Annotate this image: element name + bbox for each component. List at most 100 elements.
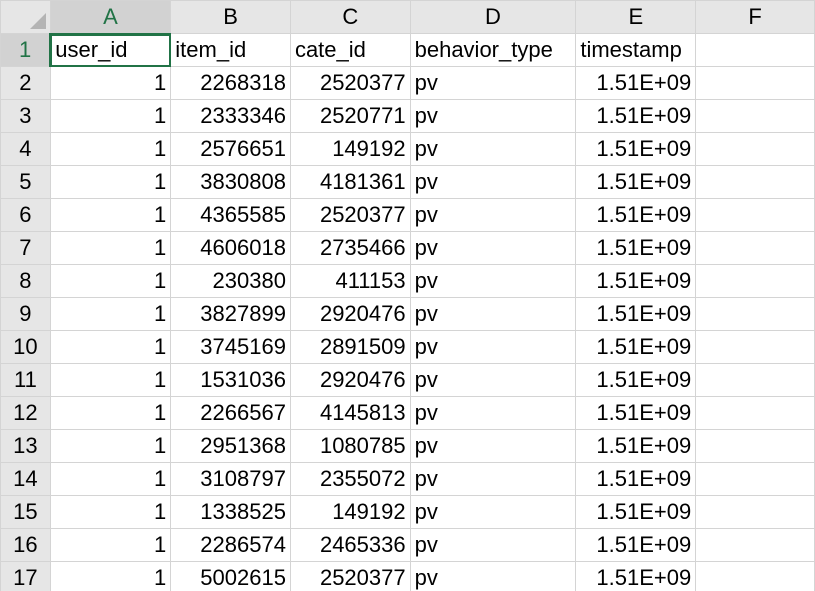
cell-B12[interactable]: 2266567	[170, 396, 291, 430]
cell-D1[interactable]: behavior_type	[409, 33, 577, 67]
row-header[interactable]: 17	[0, 561, 51, 591]
cell-A13[interactable]: 1	[49, 429, 172, 463]
cell-E16[interactable]: 1.51E+09	[575, 528, 697, 562]
cell-A7[interactable]: 1	[49, 231, 172, 265]
cell-E15[interactable]: 1.51E+09	[575, 495, 697, 529]
cell-C13[interactable]: 1080785	[289, 429, 411, 463]
cell-E10[interactable]: 1.51E+09	[575, 330, 697, 364]
cell-A17[interactable]: 1	[49, 561, 172, 591]
row-header[interactable]: 8	[0, 264, 51, 298]
row-header[interactable]: 16	[0, 528, 51, 562]
cell-A11[interactable]: 1	[49, 363, 172, 397]
cell-E3[interactable]: 1.51E+09	[575, 99, 697, 133]
cell-B1[interactable]: item_id	[170, 33, 291, 67]
row-header[interactable]: 15	[0, 495, 51, 529]
cell-D6[interactable]: pv	[409, 198, 577, 232]
cell-C14[interactable]: 2355072	[289, 462, 411, 496]
cell-F2[interactable]	[695, 66, 815, 100]
cell-E2[interactable]: 1.51E+09	[575, 66, 697, 100]
cell-F16[interactable]	[695, 528, 815, 562]
cell-A4[interactable]: 1	[49, 132, 172, 166]
row-header[interactable]: 10	[0, 330, 51, 364]
row-header[interactable]: 12	[0, 396, 51, 430]
cell-A1[interactable]: user_id	[49, 33, 172, 67]
cell-E7[interactable]: 1.51E+09	[575, 231, 697, 265]
cell-C4[interactable]: 149192	[289, 132, 411, 166]
row-header[interactable]: 2	[0, 66, 51, 100]
column-header-C[interactable]: C	[289, 0, 411, 34]
cell-D16[interactable]: pv	[409, 528, 577, 562]
cell-F15[interactable]	[695, 495, 815, 529]
cell-B15[interactable]: 1338525	[170, 495, 291, 529]
cell-B8[interactable]: 230380	[170, 264, 291, 298]
cell-D5[interactable]: pv	[409, 165, 577, 199]
cell-E14[interactable]: 1.51E+09	[575, 462, 697, 496]
cell-D10[interactable]: pv	[409, 330, 577, 364]
cell-F5[interactable]	[695, 165, 815, 199]
cell-A6[interactable]: 1	[49, 198, 172, 232]
cell-B3[interactable]: 2333346	[170, 99, 291, 133]
column-header-F[interactable]: F	[695, 0, 815, 34]
cell-E4[interactable]: 1.51E+09	[575, 132, 697, 166]
cell-D17[interactable]: pv	[409, 561, 577, 591]
row-header[interactable]: 4	[0, 132, 51, 166]
cell-C3[interactable]: 2520771	[289, 99, 411, 133]
cell-E6[interactable]: 1.51E+09	[575, 198, 697, 232]
column-header-A[interactable]: A	[49, 0, 172, 35]
cell-C6[interactable]: 2520377	[289, 198, 411, 232]
cell-F8[interactable]	[695, 264, 815, 298]
column-header-D[interactable]: D	[409, 0, 577, 34]
cell-D15[interactable]: pv	[409, 495, 577, 529]
cell-E17[interactable]: 1.51E+09	[575, 561, 697, 591]
row-header[interactable]: 5	[0, 165, 51, 199]
cell-A12[interactable]: 1	[49, 396, 172, 430]
cell-D2[interactable]: pv	[409, 66, 577, 100]
cell-B13[interactable]: 2951368	[170, 429, 291, 463]
cell-F17[interactable]	[695, 561, 815, 591]
cell-A8[interactable]: 1	[49, 264, 172, 298]
cell-C8[interactable]: 411153	[289, 264, 411, 298]
cell-E8[interactable]: 1.51E+09	[575, 264, 697, 298]
cell-F13[interactable]	[695, 429, 815, 463]
cell-D4[interactable]: pv	[409, 132, 577, 166]
row-header[interactable]: 14	[0, 462, 51, 496]
cell-B14[interactable]: 3108797	[170, 462, 291, 496]
cell-C15[interactable]: 149192	[289, 495, 411, 529]
cell-E5[interactable]: 1.51E+09	[575, 165, 697, 199]
cell-A15[interactable]: 1	[49, 495, 172, 529]
cell-B16[interactable]: 2286574	[170, 528, 291, 562]
cell-F14[interactable]	[695, 462, 815, 496]
column-header-B[interactable]: B	[170, 0, 291, 34]
cell-F1[interactable]	[695, 33, 815, 67]
cell-C10[interactable]: 2891509	[289, 330, 411, 364]
cell-A16[interactable]: 1	[49, 528, 172, 562]
cell-B9[interactable]: 3827899	[170, 297, 291, 331]
cell-B2[interactable]: 2268318	[170, 66, 291, 100]
cell-E1[interactable]: timestamp	[575, 33, 697, 67]
cell-B7[interactable]: 4606018	[170, 231, 291, 265]
cell-E12[interactable]: 1.51E+09	[575, 396, 697, 430]
row-header[interactable]: 7	[0, 231, 51, 265]
cell-F12[interactable]	[695, 396, 815, 430]
row-header[interactable]: 13	[0, 429, 51, 463]
cell-D8[interactable]: pv	[409, 264, 577, 298]
cell-D14[interactable]: pv	[409, 462, 577, 496]
row-header[interactable]: 9	[0, 297, 51, 331]
cell-B6[interactable]: 4365585	[170, 198, 291, 232]
spreadsheet-grid[interactable]: A B C D E F 1 user_id item_id cate_id be…	[0, 0, 815, 591]
cell-B10[interactable]: 3745169	[170, 330, 291, 364]
cell-B4[interactable]: 2576651	[170, 132, 291, 166]
cell-F6[interactable]	[695, 198, 815, 232]
cell-A2[interactable]: 1	[49, 66, 172, 100]
cell-A3[interactable]: 1	[49, 99, 172, 133]
cell-B17[interactable]: 5002615	[170, 561, 291, 591]
column-header-E[interactable]: E	[575, 0, 697, 34]
cell-C9[interactable]: 2920476	[289, 297, 411, 331]
cell-F11[interactable]	[695, 363, 815, 397]
cell-A14[interactable]: 1	[49, 462, 172, 496]
cell-D13[interactable]: pv	[409, 429, 577, 463]
cell-A10[interactable]: 1	[49, 330, 172, 364]
cell-C5[interactable]: 4181361	[289, 165, 411, 199]
row-header[interactable]: 11	[0, 363, 51, 397]
cell-D11[interactable]: pv	[409, 363, 577, 397]
